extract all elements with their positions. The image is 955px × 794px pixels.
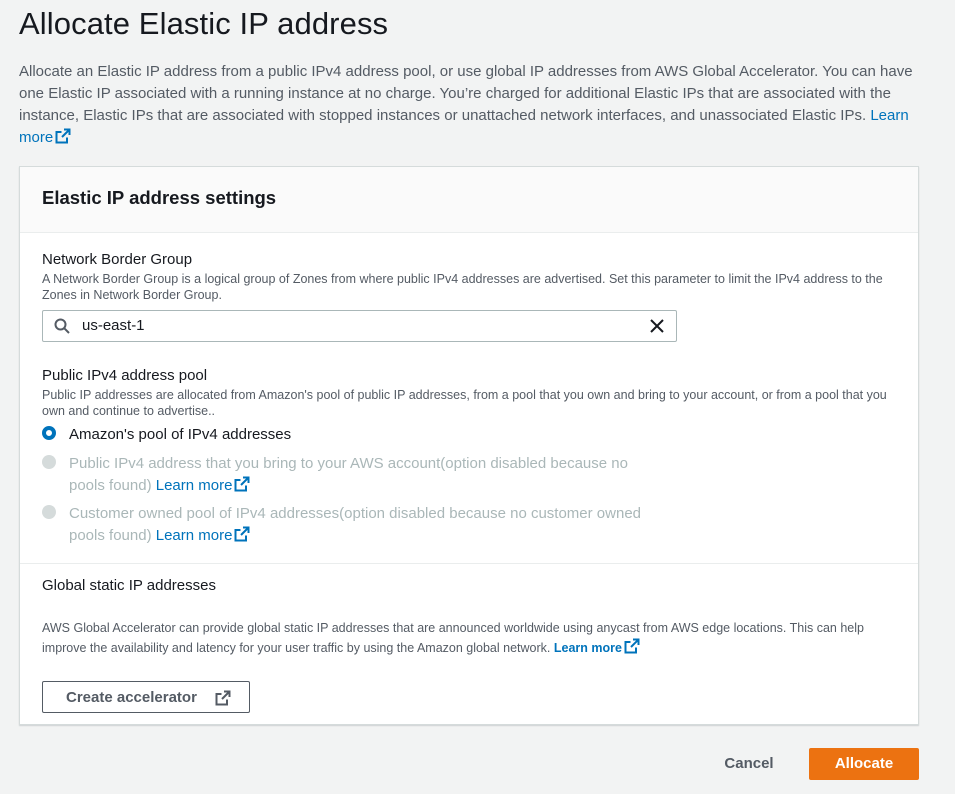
cancel-button[interactable]: Cancel: [704, 748, 794, 780]
border-group-description: A Network Border Group is a logical grou…: [42, 272, 883, 302]
page-description: Allocate an Elastic IP address from a pu…: [19, 61, 919, 149]
learn-more-label: Learn more: [155, 527, 233, 544]
pool-label: Public IPv4 address pool: [42, 367, 208, 384]
panel-header: Elastic IP address settings: [20, 167, 918, 233]
radio-label-customer-owned-line2: pools found) Learn more: [69, 525, 250, 547]
radio-label-byoip-line2-text: pools found): [69, 477, 152, 494]
page-description-text: Allocate an Elastic IP address from a pu…: [19, 63, 913, 124]
global-learn-more-link[interactable]: Learn more: [553, 638, 640, 655]
radio-selected-icon[interactable]: [42, 426, 56, 440]
border-group-value: us-east-1: [82, 317, 145, 334]
customer-owned-learn-more-link[interactable]: Learn more: [155, 526, 251, 544]
external-link-icon: [624, 638, 640, 654]
create-accelerator-label: Create accelerator: [66, 689, 197, 706]
radio-label-customer-owned-line2-text: pools found): [69, 527, 152, 544]
allocate-button[interactable]: Allocate: [809, 748, 919, 780]
panel-heading: Elastic IP address settings: [42, 187, 277, 208]
clear-icon[interactable]: [649, 318, 665, 339]
border-group-search-input[interactable]: us-east-1: [42, 310, 677, 342]
external-link-icon: [234, 476, 250, 492]
radio-label-amazon-pool: Amazon's pool of IPv4 addresses: [69, 426, 292, 443]
border-group-label: Network Border Group: [42, 251, 193, 268]
elastic-ip-settings-panel: Elastic IP address settings Network Bord…: [19, 166, 919, 725]
byoip-learn-more-link[interactable]: Learn more: [155, 476, 251, 494]
global-ip-label: Global static IP addresses: [42, 577, 216, 594]
global-ip-description-text: AWS Global Accelerator can provide globa…: [42, 621, 864, 655]
radio-disabled-icon: [42, 505, 56, 519]
radio-label-byoip-line2: pools found) Learn more: [69, 475, 250, 497]
learn-more-label: Learn more: [155, 477, 233, 494]
radio-label-customer-owned: Customer owned pool of IPv4 addresses(op…: [69, 505, 642, 522]
external-link-icon: [215, 690, 231, 710]
section-divider: [20, 563, 918, 564]
radio-disabled-icon: [42, 455, 56, 469]
learn-more-label: Learn more: [553, 641, 622, 655]
pool-description: Public IP addresses are allocated from A…: [42, 388, 887, 418]
external-link-icon: [55, 128, 71, 144]
external-link-icon: [234, 526, 250, 542]
page-title: Allocate Elastic IP address: [19, 6, 389, 41]
radio-label-byoip: Public IPv4 address that you bring to yo…: [69, 455, 628, 472]
search-icon: [54, 318, 70, 339]
global-ip-description: AWS Global Accelerator can provide globa…: [42, 619, 902, 658]
create-accelerator-button[interactable]: Create accelerator: [42, 681, 250, 713]
